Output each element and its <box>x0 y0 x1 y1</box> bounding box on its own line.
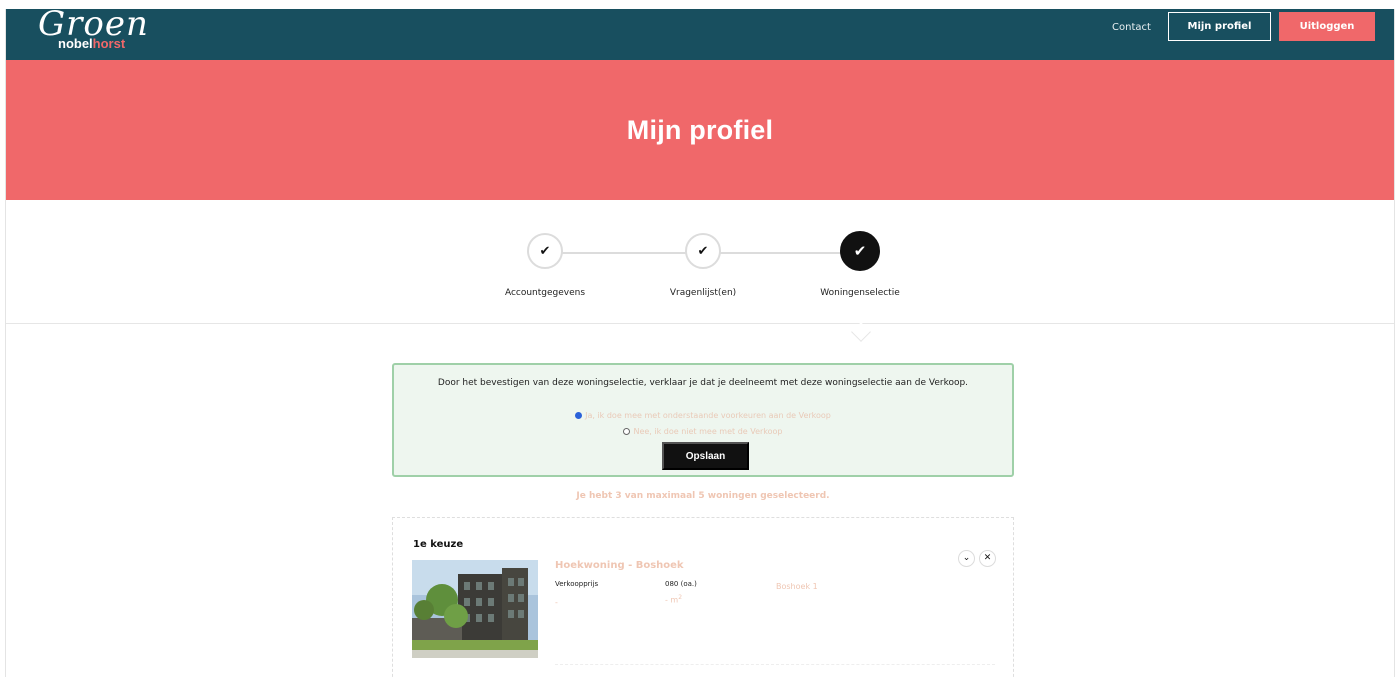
sale-price-label: Verkoopprijs <box>555 580 599 588</box>
home-title-link[interactable]: Hoekwoning - Boshoek <box>555 560 684 571</box>
chevron-down-icon[interactable]: ⌄ <box>958 550 975 567</box>
step-label-woningenselectie[interactable]: Woningenselectie <box>820 288 900 298</box>
home-thumbnail-image <box>412 560 538 658</box>
step-vragenlijsten-check-icon[interactable]: ✔ <box>685 233 721 269</box>
page-frame: Groen nobelhorst Contact Mijn profiel Ui… <box>5 9 1395 677</box>
page-title: Mijn profiel <box>626 114 774 145</box>
top-navigation-bar: Groen nobelhorst Contact Mijn profiel Ui… <box>6 9 1394 60</box>
logout-button[interactable]: Uitloggen <box>1279 12 1375 41</box>
hero-banner: Mijn profiel <box>6 60 1394 200</box>
logo-sub-white: nobel <box>58 36 93 51</box>
radio-yes-label[interactable]: Ja, ik doe mee met onderstaande voorkeur… <box>585 411 831 420</box>
sale-price-value: - <box>555 598 558 607</box>
close-icon[interactable]: ✕ <box>979 550 996 567</box>
my-profile-button[interactable]: Mijn profiel <box>1168 12 1271 41</box>
radio-no-label[interactable]: Nee, ik doe niet mee met de Verkoop <box>633 427 782 436</box>
card-divider <box>555 664 995 665</box>
active-step-pointer <box>851 322 871 342</box>
area-unit-superscript: 2 <box>678 594 683 601</box>
logo-subtitle: nobelhorst <box>58 37 125 51</box>
confirmation-box: Door het bevestigen van deze woningselec… <box>392 363 1014 477</box>
radio-option-yes[interactable]: Ja, ik doe mee met onderstaande voorkeur… <box>394 411 1012 420</box>
selection-counter: Je hebt 3 van maximaal 5 woningen gesele… <box>576 491 830 501</box>
area-value: - m2 <box>665 594 682 605</box>
step-label-vragenlijsten[interactable]: Vragenlijst(en) <box>670 288 736 298</box>
home-address: Boshoek 1 <box>776 582 818 591</box>
price-suffix: 080 (oa.) <box>665 580 697 588</box>
choice-card: 1e keuze ⌄ ✕ Hoekwoning - Boshoek Verkoo… <box>392 517 1014 677</box>
save-button[interactable]: Opslaan <box>662 442 749 470</box>
radio-option-no[interactable]: Nee, ik doe niet mee met de Verkoop <box>394 427 1012 436</box>
logo-sub-accent: horst <box>92 36 126 51</box>
step-label-accountgegevens[interactable]: Accountgegevens <box>505 288 585 298</box>
confirmation-text: Door het bevestigen van deze woningselec… <box>437 378 969 388</box>
groen-nobelhorst-logo[interactable]: Groen nobelhorst <box>38 9 158 59</box>
step-woningenselectie-check-icon[interactable]: ✔ <box>840 231 880 271</box>
choice-rank-title: 1e keuze <box>413 539 464 550</box>
card-controls: ⌄ ✕ <box>958 550 996 567</box>
area-number: - m <box>665 595 679 605</box>
step-connector-2 <box>706 252 859 254</box>
step-accountgegevens-check-icon[interactable]: ✔ <box>527 233 563 269</box>
progress-stepper: ✔ Accountgegevens ✔ Vragenlijst(en) ✔ Wo… <box>6 200 1394 324</box>
radio-unselected-icon[interactable] <box>623 428 631 435</box>
contact-link[interactable]: Contact <box>1112 21 1151 35</box>
step-connector-1 <box>547 252 700 254</box>
radio-selected-icon[interactable] <box>575 412 583 419</box>
